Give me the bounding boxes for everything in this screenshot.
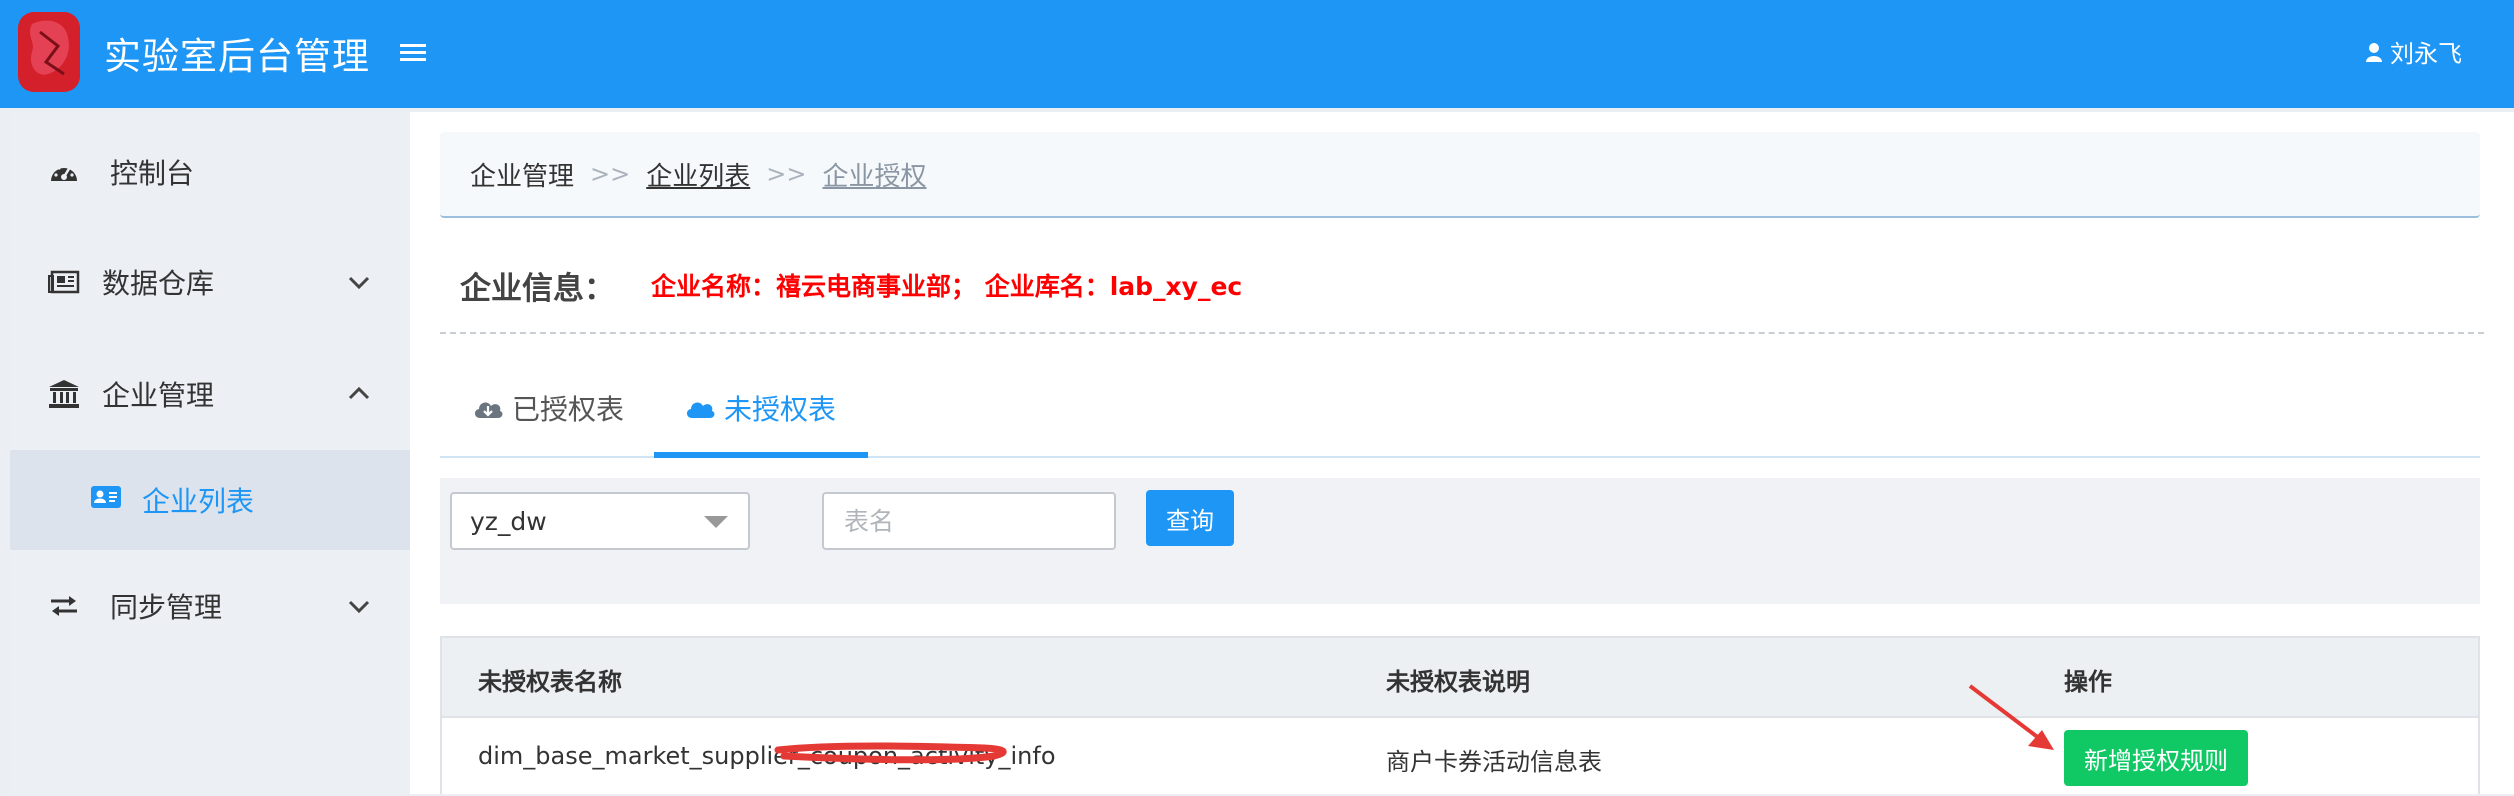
tab-authorized[interactable]: 已授权表 — [472, 378, 624, 438]
top-bar: 实验室后台管理 刘永飞 — [0, 0, 2514, 108]
sidebar-item-label: 数据仓库 — [102, 267, 215, 300]
user-name: 刘永飞 — [2390, 40, 2462, 68]
breadcrumb-item-enterprise-auth[interactable]: 企业授权 — [822, 156, 926, 193]
column-header-description: 未授权表说明 — [1386, 668, 1530, 696]
sidebar-item-label: 企业管理 — [102, 379, 215, 412]
newspaper-icon — [48, 266, 80, 298]
active-tab-indicator — [654, 452, 868, 458]
annotation-arrow-icon — [1968, 684, 2054, 750]
table-header: 未授权表名称 未授权表说明 操作 — [442, 638, 2478, 718]
sidebar: 控制台 数据仓库 企业管理 企业列表 同步管理 — [10, 112, 410, 794]
breadcrumb-separator: >> — [590, 160, 631, 188]
app-title: 实验室后台管理 — [104, 35, 370, 78]
user-menu[interactable]: 刘永飞 — [2366, 34, 2462, 69]
cloud-icon — [686, 402, 715, 418]
data-table: 未授权表名称 未授权表说明 操作 dim_base_market_supplie… — [440, 636, 2480, 794]
sidebar-item-label: 控制台 — [110, 157, 195, 190]
table-row: dim_base_market_supplier_coupon_activity… — [442, 720, 2478, 796]
sidebar-item-label: 同步管理 — [110, 591, 223, 624]
chevron-down-icon — [348, 600, 370, 614]
tab-unauthorized[interactable]: 未授权表 — [684, 378, 836, 438]
cloud-download-icon — [474, 402, 503, 418]
database-select-value: yz_dw — [470, 506, 547, 536]
sidebar-subitem-enterprise-list[interactable]: 企业列表 — [10, 450, 410, 550]
breadcrumb-item-enterprise-list[interactable]: 企业列表 — [646, 156, 750, 193]
table-name-input[interactable] — [822, 492, 1116, 550]
breadcrumb: 企业管理 >> 企业列表 >> 企业授权 — [440, 132, 2480, 218]
table-description-cell: 商户卡券活动信息表 — [1386, 748, 1602, 776]
sidebar-item-sync[interactable]: 同步管理 — [10, 556, 410, 656]
hamburger-menu-icon[interactable] — [400, 44, 426, 64]
divider — [440, 332, 2484, 334]
sidebar-item-data-warehouse[interactable]: 数据仓库 — [10, 232, 410, 332]
sidebar-item-enterprise[interactable]: 企业管理 — [10, 344, 410, 444]
company-info: 企业信息： 企业名称：禧云电商事业部； 企业库名：lab_xy_ec — [460, 260, 1242, 310]
breadcrumb-item-enterprise-mgmt: 企业管理 — [470, 161, 575, 192]
column-header-action: 操作 — [2064, 668, 2112, 696]
sidebar-item-dashboard[interactable]: 控制台 — [10, 122, 410, 222]
dashboard-icon — [48, 156, 80, 188]
user-icon — [2366, 42, 2382, 62]
database-select[interactable]: yz_dw — [450, 492, 750, 550]
tab-label: 未授权表 — [724, 393, 837, 426]
chevron-down-icon — [348, 276, 370, 290]
redaction-mark — [774, 742, 1007, 764]
bank-icon — [48, 378, 80, 410]
company-info-label: 企业信息： — [460, 270, 615, 307]
exchange-icon — [48, 590, 80, 622]
app-logo-icon[interactable] — [18, 12, 80, 92]
company-info-text: 企业名称：禧云电商事业部； 企业库名：lab_xy_ec — [651, 272, 1243, 301]
query-button[interactable]: 查询 — [1146, 490, 1234, 546]
breadcrumb-separator: >> — [766, 160, 807, 188]
sidebar-item-label: 企业列表 — [142, 485, 255, 518]
id-card-icon — [90, 484, 122, 514]
column-header-name: 未授权表名称 — [478, 668, 622, 696]
caret-down-icon — [704, 516, 728, 528]
chevron-up-icon — [348, 386, 370, 400]
tab-label: 已授权表 — [512, 393, 625, 426]
add-auth-rule-button[interactable]: 新增授权规则 — [2064, 730, 2248, 786]
